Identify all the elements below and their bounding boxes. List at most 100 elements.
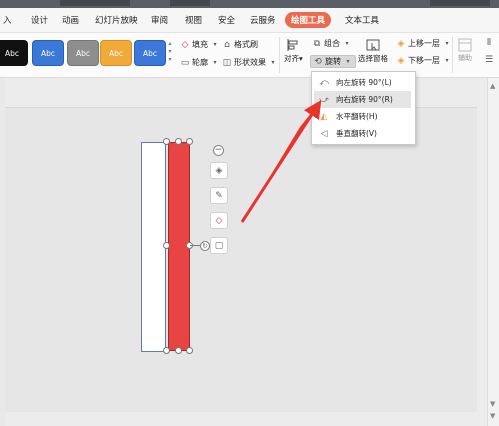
shape-fill-button[interactable]: ◇ (210, 212, 228, 229)
menu-security[interactable]: 安全 (218, 14, 235, 26)
vertical-scrollbar[interactable]: ▲ ▼ ▼ (487, 78, 499, 426)
rotate-left-icon: ⤺ (319, 77, 329, 88)
menu-bar: 入 设计 动画 幻灯片放映 审阅 视图 安全 云服务 绘图工具 文本工具 (0, 8, 499, 33)
align-icon (287, 39, 298, 51)
style-swatch-black[interactable]: Abc (0, 40, 28, 66)
flip-vertical-icon: ◁ (320, 128, 328, 139)
grid-label: 辅助 (458, 54, 472, 62)
flip-horizontal-icon: ◭ (320, 111, 328, 122)
menu-view[interactable]: 视图 (185, 14, 202, 26)
menu-item-flip-horizontal[interactable]: ◭ 水平翻转(H) (314, 108, 411, 125)
distribute-icon: ☰ (484, 55, 494, 65)
resize-handle[interactable] (163, 347, 170, 354)
ribbon-divider (452, 37, 453, 73)
ribbon-toolbar: Abc Abc Abc Abc Abc ▴ ▾ ▾ ◇ 填充 ▾ ⌂ 格式刷 ▭ 轮… (0, 33, 499, 78)
style-swatch-blue-2[interactable]: Abc (134, 40, 166, 66)
menu-slideshow[interactable]: 幻灯片放映 (95, 14, 138, 26)
resize-handle[interactable] (186, 138, 193, 145)
fill-button[interactable]: ◇ 填充 ▾ (180, 39, 220, 50)
chevron-down-icon: ▾ (271, 58, 275, 66)
bring-forward-button[interactable]: ◈ 上移一层 ▾ (396, 38, 452, 49)
chevron-down-icon: ▾ (213, 58, 217, 66)
more-tools-icon[interactable]: ⫴ (484, 38, 494, 48)
shape-effect-label: 形状效果 (234, 58, 266, 67)
shape-effect-icon: ◫ (222, 57, 232, 68)
scroll-down-icon[interactable]: ▼ (490, 400, 495, 408)
white-rectangle-shape[interactable] (141, 142, 166, 352)
grid-icon (458, 38, 472, 52)
rotate-handle-icon[interactable]: ↻ (200, 241, 210, 251)
tab-segment (170, 0, 210, 6)
bring-forward-label: 上移一层 (408, 39, 440, 48)
resize-handle[interactable] (186, 347, 193, 354)
chevron-down-icon: ▾ (345, 39, 349, 47)
tab-segment (60, 0, 130, 6)
group-icon: ⧉ (313, 38, 321, 49)
style-swatch-orange[interactable]: Abc (100, 40, 132, 66)
resize-handle[interactable] (175, 138, 182, 145)
rotate-icon: ⟲ (314, 56, 322, 67)
outline-icon: ▭ (180, 57, 190, 68)
shape-outline-button[interactable]: ▢ (210, 237, 228, 254)
pen-button[interactable]: ✎ (210, 187, 228, 204)
selection-pane-button[interactable]: 选择窗格 (358, 38, 388, 64)
selection-pane-icon (366, 39, 380, 51)
scroll-up-icon[interactable]: ▲ (490, 82, 495, 90)
slide[interactable] (5, 107, 477, 412)
fill-bucket-icon: ◇ (215, 215, 223, 226)
outline-button[interactable]: ▭ 轮廓 ▾ (180, 57, 220, 68)
fill-label: 填充 (192, 40, 208, 49)
collapse-toolbar-icon[interactable]: − (213, 145, 224, 156)
layers-icon: ◈ (215, 165, 223, 176)
ribbon-divider (279, 37, 280, 73)
menu-item-label: 向左旋转 90°(L) (336, 78, 392, 87)
square-outline-icon: ▢ (214, 240, 224, 251)
pen-icon: ✎ (215, 190, 223, 201)
resize-handle[interactable] (175, 347, 182, 354)
window-top-strip (0, 0, 499, 8)
menu-item-rotate-left[interactable]: ⤺ 向左旋转 90°(L) (314, 74, 411, 91)
distribute-icon: ⫴ (487, 38, 491, 48)
align-button[interactable]: 对齐▾ (284, 38, 303, 64)
format-painter-label: 格式刷 (234, 40, 258, 49)
send-backward-label: 下移一层 (408, 56, 440, 65)
shape-effect-button[interactable]: ◫ 形状效果 ▾ (222, 57, 278, 68)
menu-cloud[interactable]: 云服务 (250, 14, 276, 26)
chevron-down-icon: ▾ (213, 40, 217, 48)
rotate-dropdown-menu: ⤺ 向左旋转 90°(L) ⤻ 向右旋转 90°(R) ◭ 水平翻转(H) ◁ … (311, 71, 416, 145)
group-button[interactable]: ⧉ 组合 ▾ (312, 38, 352, 49)
style-swatch-gray[interactable]: Abc (67, 40, 99, 66)
menu-item-label: 垂直翻转(V) (336, 129, 377, 138)
menu-insert[interactable]: 入 (3, 14, 12, 26)
menu-item-label: 向右旋转 90°(R) (336, 95, 393, 104)
brush-icon: ⌂ (224, 39, 230, 50)
chevron-down-icon: ▾ (445, 39, 449, 47)
chevron-down-icon: ▾ (445, 56, 449, 64)
rotate-label: 旋转 (325, 57, 341, 66)
menu-drawing-tools[interactable]: 绘图工具 (285, 12, 332, 28)
menu-animation[interactable]: 动画 (62, 14, 79, 26)
menu-text-tools[interactable]: 文本工具 (345, 14, 379, 26)
rotate-handle-line (190, 245, 200, 246)
menu-item-rotate-right[interactable]: ⤻ 向右旋转 90°(R) (314, 91, 411, 108)
send-backward-icon: ◈ (397, 55, 405, 66)
gallery-scroll[interactable]: ▴ ▾ ▾ (167, 40, 173, 64)
rotate-button[interactable]: ⟲ 旋转 ▾ (310, 55, 356, 68)
menu-item-flip-vertical[interactable]: ◁ 垂直翻转(V) (314, 125, 411, 142)
resize-handle[interactable] (163, 242, 170, 249)
grid-button[interactable]: 辅助 (458, 38, 472, 63)
selection-pane-label: 选择窗格 (358, 54, 388, 63)
style-swatch-blue[interactable]: Abc (32, 40, 64, 66)
more-tools-icon[interactable]: ☰ (484, 55, 494, 65)
bring-forward-icon: ◈ (397, 38, 405, 49)
menu-review[interactable]: 审阅 (151, 14, 168, 26)
send-backward-button[interactable]: ◈ 下移一层 ▾ (396, 55, 452, 66)
format-painter-button[interactable]: ⌂ 格式刷 (222, 39, 258, 50)
layers-button[interactable]: ◈ (210, 162, 228, 179)
scroll-down-icon[interactable]: ▼ (490, 412, 495, 420)
resize-handle[interactable] (163, 138, 170, 145)
fill-icon: ◇ (181, 39, 189, 50)
outline-label: 轮廓 (192, 58, 208, 67)
rotate-right-icon: ⤻ (319, 94, 329, 105)
menu-design[interactable]: 设计 (31, 14, 48, 26)
